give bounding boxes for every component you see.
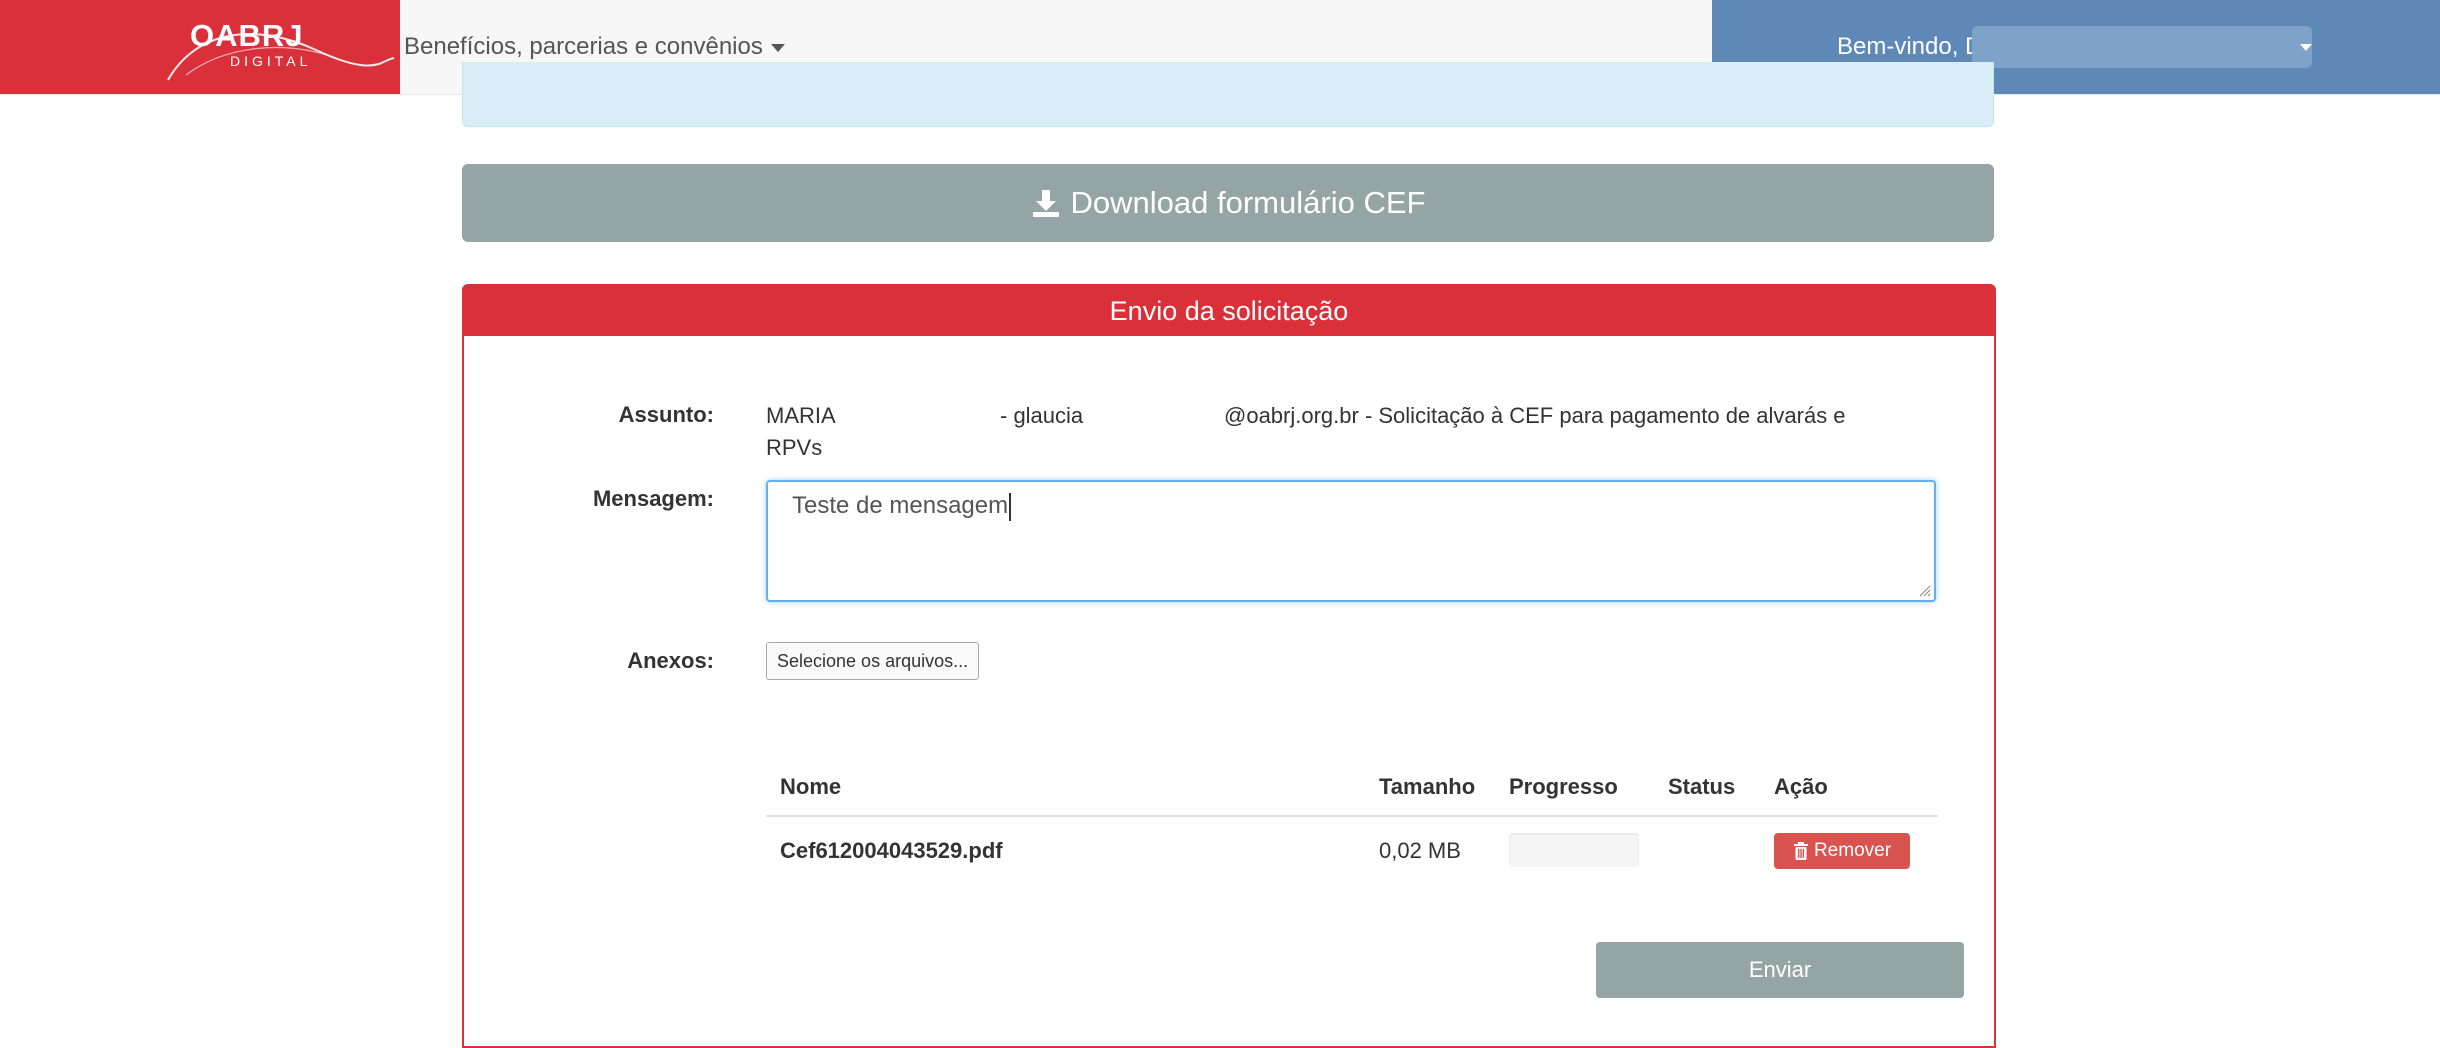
panel-title: Envio da solicitação	[464, 286, 1994, 336]
assunto-label: Assunto:	[618, 402, 714, 427]
col-header-name: Nome	[780, 774, 842, 799]
message-text: Teste de mensagem	[792, 492, 1009, 519]
chevron-down-icon	[770, 43, 785, 52]
download-form-button[interactable]: Download formulário CEF	[462, 164, 1994, 242]
logo-subtext: DIGITAL	[230, 53, 312, 69]
download-label: Download formulário CEF	[1070, 185, 1426, 220]
remove-label: Remover	[1813, 840, 1892, 861]
nav-menu-label: Benefícios, parcerias e convênios	[404, 33, 763, 60]
assunto-rest: @oabrj.org.br - Solicitação à CEF para p…	[1224, 403, 1846, 428]
assunto-line2: RPVs	[766, 435, 823, 460]
col-header-status: Status	[1668, 774, 1736, 799]
redacted-username	[1972, 26, 2312, 68]
logo-swoosh-icon	[167, 33, 395, 81]
trash-icon	[1793, 842, 1808, 860]
col-header-size: Tamanho	[1379, 774, 1476, 799]
mensagem-label: Mensagem:	[592, 486, 714, 511]
info-alert	[462, 62, 1994, 127]
download-icon	[1032, 190, 1059, 217]
message-textarea[interactable]: Teste de mensagem	[766, 480, 1936, 602]
select-files-button[interactable]: Selecione os arquivos...	[766, 642, 980, 680]
assunto-name: MARIA	[766, 403, 836, 428]
send-button[interactable]: Enviar	[1596, 942, 1964, 998]
chevron-down-icon	[2300, 44, 2312, 51]
col-header-action: Ação	[1774, 774, 1828, 799]
table-header-divider	[766, 815, 1938, 817]
file-name: Cef612004043529.pdf	[780, 838, 1003, 863]
upload-progress-bar	[1509, 833, 1639, 867]
text-cursor	[1009, 492, 1012, 521]
resize-handle-icon[interactable]	[1919, 585, 1931, 597]
oabrj-logo[interactable]: OABRJ DIGITAL	[167, 20, 395, 81]
request-panel: Envio da solicitação Assunto: MARIA - gl…	[462, 284, 1996, 1048]
col-header-progress: Progresso	[1509, 774, 1618, 799]
remove-file-button[interactable]: Remover	[1774, 833, 1910, 869]
file-size: 0,02 MB	[1379, 838, 1461, 863]
nav-menu-beneficios[interactable]: Benefícios, parcerias e convênios	[404, 30, 785, 64]
brand-area[interactable]: OABRJ DIGITAL	[0, 0, 400, 94]
assunto-user: - glaucia	[1000, 403, 1084, 428]
anexos-label: Anexos:	[627, 648, 714, 673]
